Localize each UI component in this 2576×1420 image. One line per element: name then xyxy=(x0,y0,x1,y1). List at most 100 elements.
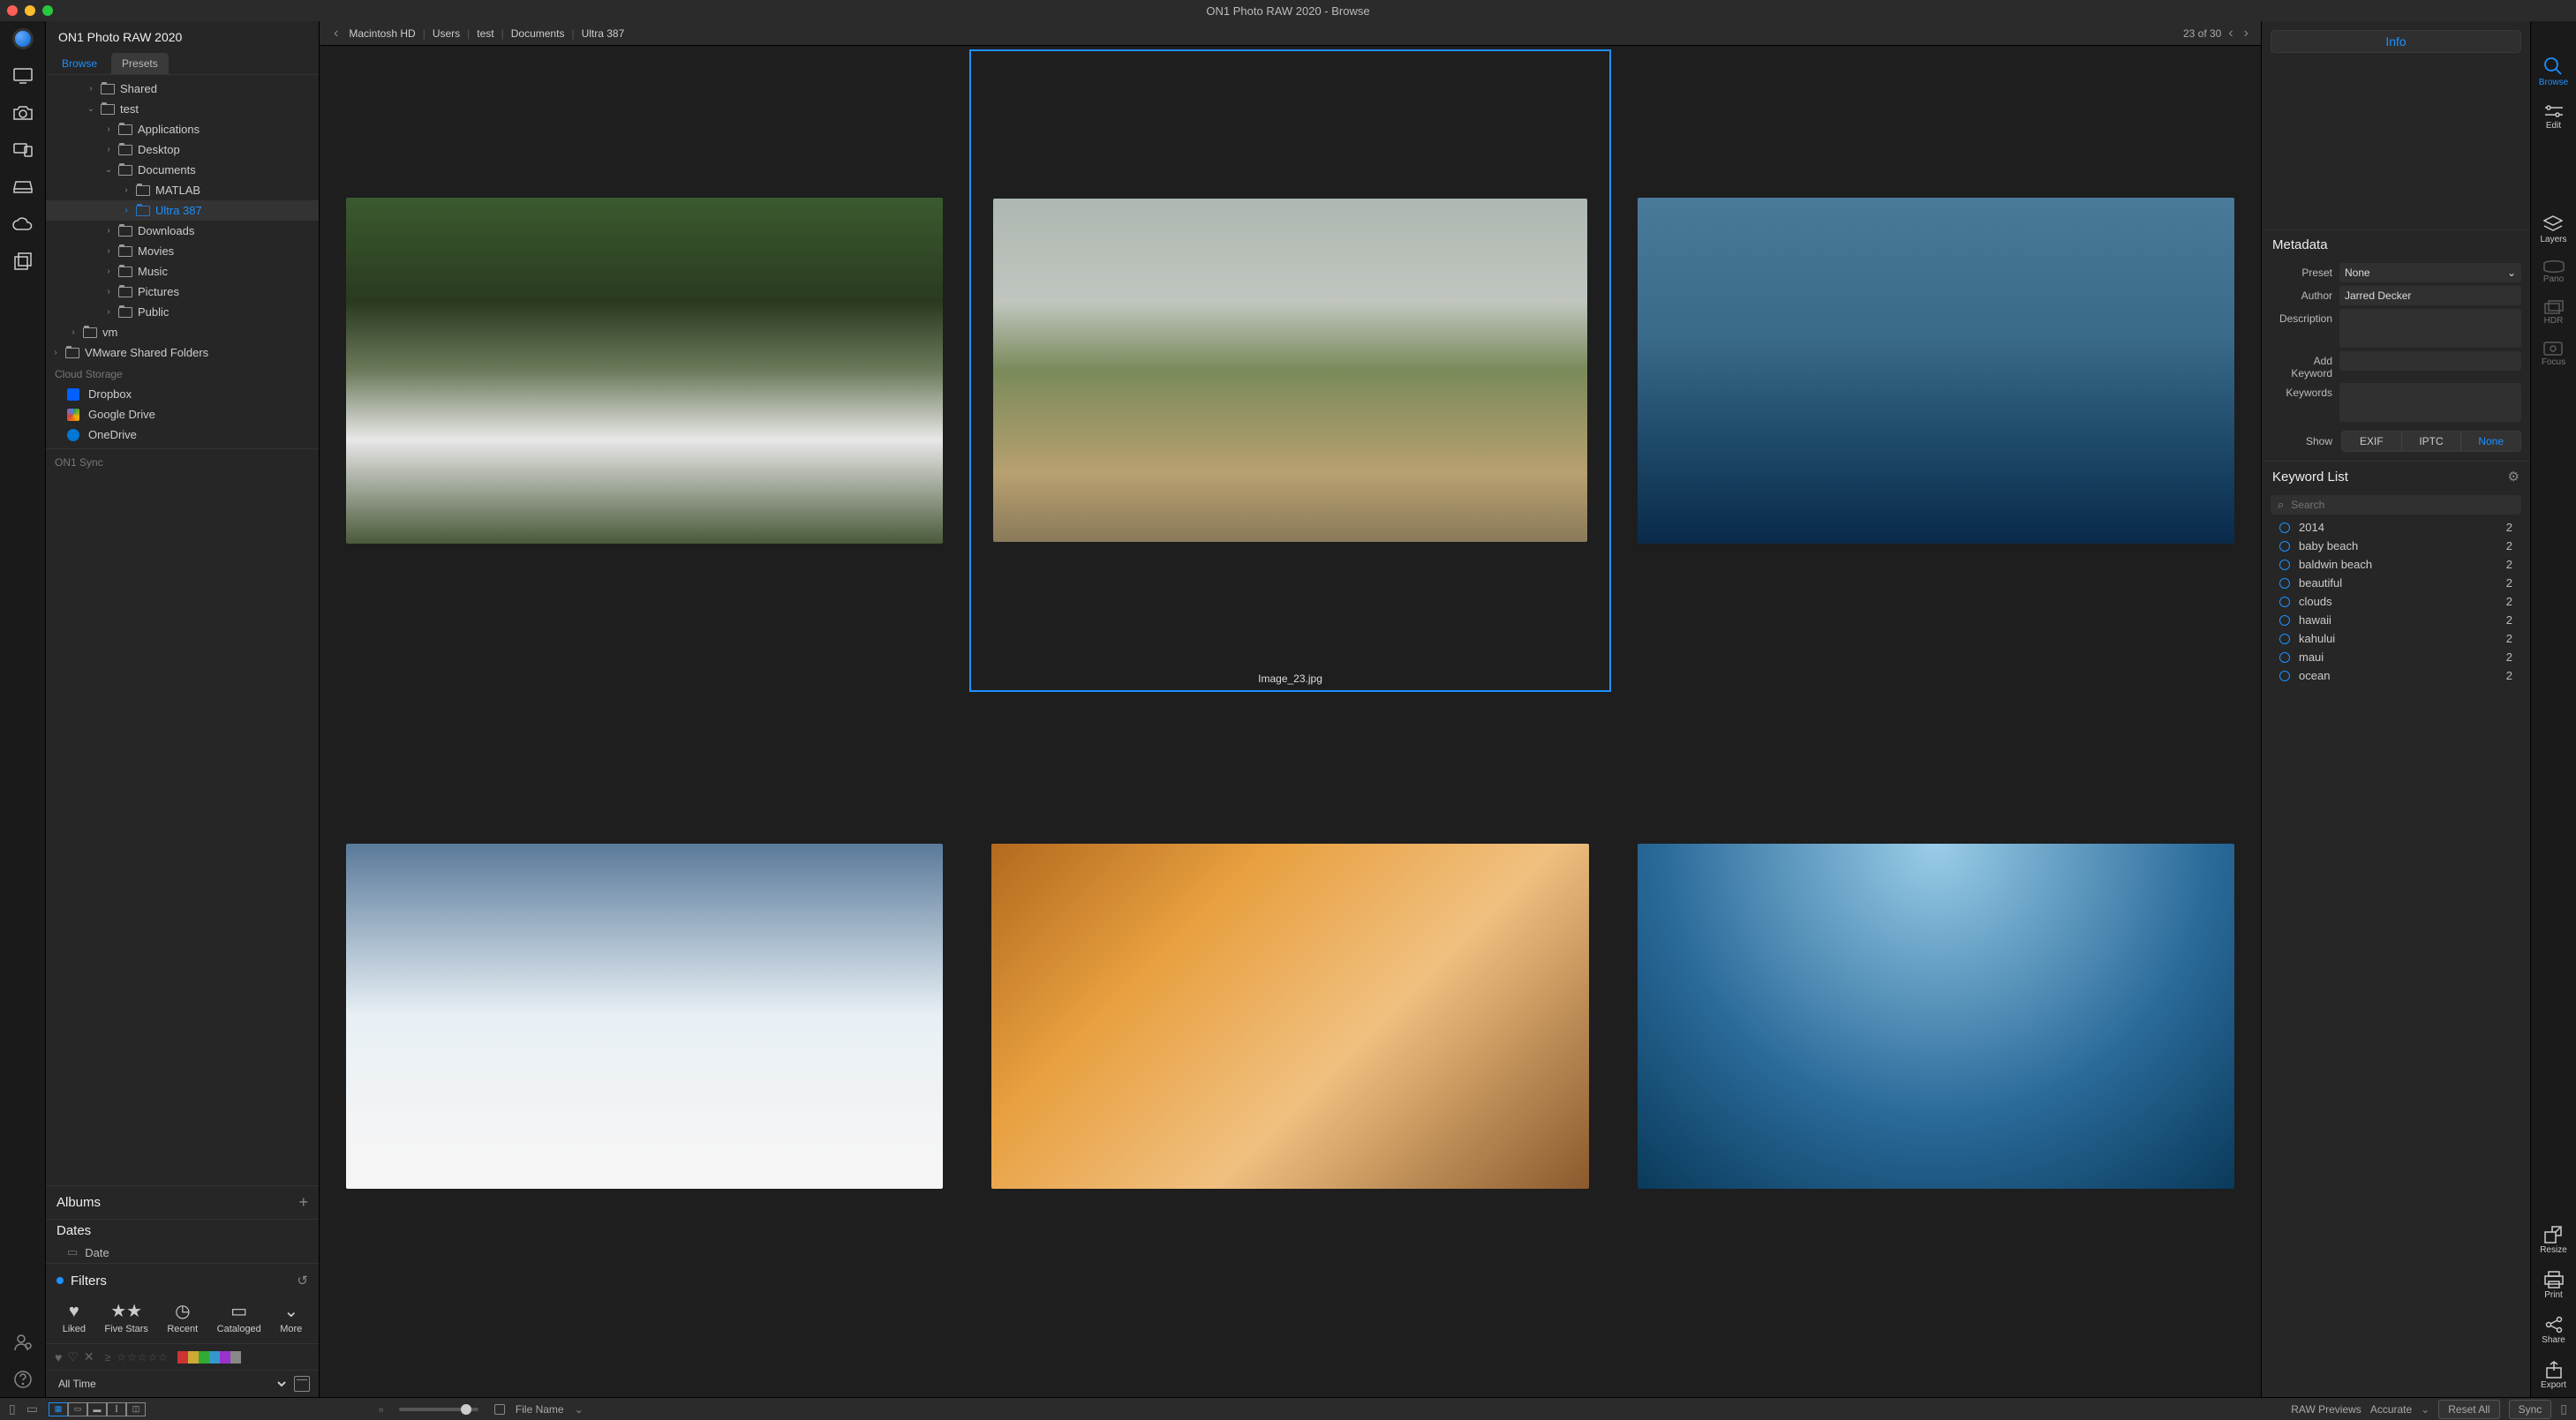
unlike-icon[interactable]: ♡ xyxy=(67,1349,79,1364)
keyword-radio-icon[interactable] xyxy=(2279,541,2290,552)
keyword-radio-icon[interactable] xyxy=(2279,671,2290,681)
crumb-4[interactable]: Ultra 387 xyxy=(578,27,629,40)
toggle-right-panel-icon[interactable]: ▯ xyxy=(2560,1401,2567,1416)
chevron-down-icon[interactable]: ⌄ xyxy=(2421,1403,2429,1416)
folder-tree[interactable]: ›Shared ⌄test ›Applications ›Desktop ⌄Do… xyxy=(46,74,319,1185)
info-button[interactable]: Info xyxy=(2271,30,2521,53)
pager-prev-button[interactable]: ‹ xyxy=(2225,26,2236,41)
keyword-list-header[interactable]: Keyword List⚙ xyxy=(2262,461,2530,492)
gear-icon[interactable]: ⚙ xyxy=(2508,469,2520,485)
time-filter-select[interactable]: All Time xyxy=(55,1377,289,1391)
keyword-row[interactable]: maui2 xyxy=(2271,648,2521,666)
tab-browse[interactable]: Browse xyxy=(51,53,108,74)
folder-shared[interactable]: ›Shared xyxy=(46,79,319,99)
breadcrumb-back-button[interactable]: ‹ xyxy=(328,26,343,41)
camera-icon[interactable] xyxy=(12,102,34,124)
filters-header[interactable]: Filters↺ xyxy=(46,1263,319,1297)
help-icon[interactable] xyxy=(12,1369,34,1390)
description-field[interactable] xyxy=(2339,309,2521,348)
thumbnail-8[interactable] xyxy=(969,1341,1612,1397)
keyword-row[interactable]: hawaii2 xyxy=(2271,611,2521,629)
filter-liked[interactable]: ♥Liked xyxy=(63,1303,86,1334)
folder-public[interactable]: ›Public xyxy=(46,302,319,322)
folder-desktop[interactable]: ›Desktop xyxy=(46,139,319,160)
thumbnail-6[interactable] xyxy=(1615,695,2257,1338)
keyword-row[interactable]: ocean2 xyxy=(2271,666,2521,685)
folder-matlab[interactable]: ›MATLAB xyxy=(46,180,319,200)
cloud-icon[interactable] xyxy=(12,214,34,235)
mode-resize[interactable]: Resize xyxy=(2540,1226,2567,1255)
dates-header[interactable]: Dates xyxy=(46,1219,319,1242)
keyword-radio-icon[interactable] xyxy=(2279,597,2290,607)
view-compare-button[interactable]: ▬ xyxy=(87,1402,107,1416)
gte-icon[interactable]: ≥ xyxy=(105,1351,112,1364)
thumbnail-4[interactable] xyxy=(323,695,966,1338)
thumb-size-slider[interactable] xyxy=(399,1408,478,1411)
folder-vm[interactable]: ›vm xyxy=(46,322,319,342)
sort-checkbox[interactable] xyxy=(494,1404,505,1415)
author-field[interactable]: Jarred Decker xyxy=(2339,286,2521,305)
filter-five-stars[interactable]: ★★Five Stars xyxy=(104,1303,148,1334)
folder-test[interactable]: ⌄test xyxy=(46,99,319,119)
close-window-button[interactable] xyxy=(7,5,18,16)
folder-downloads[interactable]: ›Downloads xyxy=(46,221,319,241)
filter-cataloged[interactable]: ▭Cataloged xyxy=(217,1303,261,1334)
mode-pano[interactable]: Pano xyxy=(2543,260,2565,284)
like-icon[interactable]: ♥ xyxy=(55,1350,62,1364)
keyword-radio-icon[interactable] xyxy=(2279,522,2290,533)
view-split-button[interactable]: ⫿ xyxy=(107,1402,126,1416)
seg-iptc[interactable]: IPTC xyxy=(2402,432,2462,451)
keyword-row[interactable]: clouds2 xyxy=(2271,592,2521,611)
folder-music[interactable]: ›Music xyxy=(46,261,319,282)
keyword-radio-icon[interactable] xyxy=(2279,578,2290,589)
view-single-button[interactable]: ▭ xyxy=(68,1402,87,1416)
drive-icon[interactable] xyxy=(12,177,34,198)
mode-focus[interactable]: Focus xyxy=(2542,342,2565,367)
raw-previews-value[interactable]: Accurate xyxy=(2370,1403,2412,1416)
folder-documents[interactable]: ⌄Documents xyxy=(46,160,319,180)
folder-pictures[interactable]: ›Pictures xyxy=(46,282,319,302)
keyword-list[interactable]: 20142baby beach2baldwin beach2beautiful2… xyxy=(2262,518,2530,1397)
star-rating[interactable]: ☆☆☆☆☆ xyxy=(117,1351,169,1364)
filter-more[interactable]: ⌄More xyxy=(280,1303,302,1334)
devices-icon[interactable] xyxy=(12,139,34,161)
view-grid-button[interactable]: ▦ xyxy=(49,1402,68,1416)
crumb-1[interactable]: Users xyxy=(429,27,463,40)
cloud-dropbox[interactable]: Dropbox xyxy=(46,384,319,404)
keyword-row[interactable]: baby beach2 xyxy=(2271,537,2521,555)
reject-icon[interactable]: ✕ xyxy=(84,1349,94,1364)
pager-next-button[interactable]: › xyxy=(2241,26,2252,41)
folder-vmware[interactable]: ›VMware Shared Folders xyxy=(46,342,319,363)
keyword-row[interactable]: kahului2 xyxy=(2271,629,2521,648)
seg-exif[interactable]: EXIF xyxy=(2342,432,2402,451)
seg-none[interactable]: None xyxy=(2461,432,2520,451)
reset-all-button[interactable]: Reset All xyxy=(2438,1400,2499,1419)
metadata-header[interactable]: Metadata xyxy=(2262,229,2530,259)
view-map-button[interactable]: ◫ xyxy=(126,1402,146,1416)
mode-export[interactable]: Export xyxy=(2541,1361,2566,1390)
cloud-gdrive[interactable]: Google Drive xyxy=(46,404,319,424)
thumbnail-2-selected[interactable]: Image_23.jpg xyxy=(969,49,1612,692)
date-item[interactable]: ▭Date xyxy=(46,1242,319,1263)
folder-ultra387[interactable]: ›Ultra 387 xyxy=(46,200,319,221)
filter-recent[interactable]: ◷Recent xyxy=(167,1303,198,1334)
thumbnail-grid[interactable]: Image_23.jpg xyxy=(320,46,2261,1397)
sort-label[interactable]: File Name xyxy=(516,1403,564,1416)
zoom-out-icon[interactable]: ▫ xyxy=(379,1402,383,1416)
chevron-down-icon[interactable]: ⌄ xyxy=(575,1403,584,1416)
thumbnail-3[interactable] xyxy=(1615,49,2257,692)
keyword-radio-icon[interactable] xyxy=(2279,634,2290,644)
mode-edit[interactable]: Edit xyxy=(2544,103,2564,131)
folder-applications[interactable]: ›Applications xyxy=(46,119,319,139)
keyword-row[interactable]: 20142 xyxy=(2271,518,2521,537)
cloud-onedrive[interactable]: OneDrive xyxy=(46,424,319,445)
albums-header[interactable]: Albums+ xyxy=(46,1185,319,1219)
crumb-3[interactable]: Documents xyxy=(508,27,569,40)
mode-share[interactable]: Share xyxy=(2542,1316,2565,1345)
keywords-field[interactable] xyxy=(2339,383,2521,422)
mode-browse[interactable]: Browse xyxy=(2539,56,2568,87)
mode-hdr[interactable]: HDR xyxy=(2544,300,2564,326)
keyword-search[interactable]: ⌕ xyxy=(2271,495,2521,515)
zoom-window-button[interactable] xyxy=(42,5,53,16)
thumbnail-5[interactable] xyxy=(969,695,1612,1338)
